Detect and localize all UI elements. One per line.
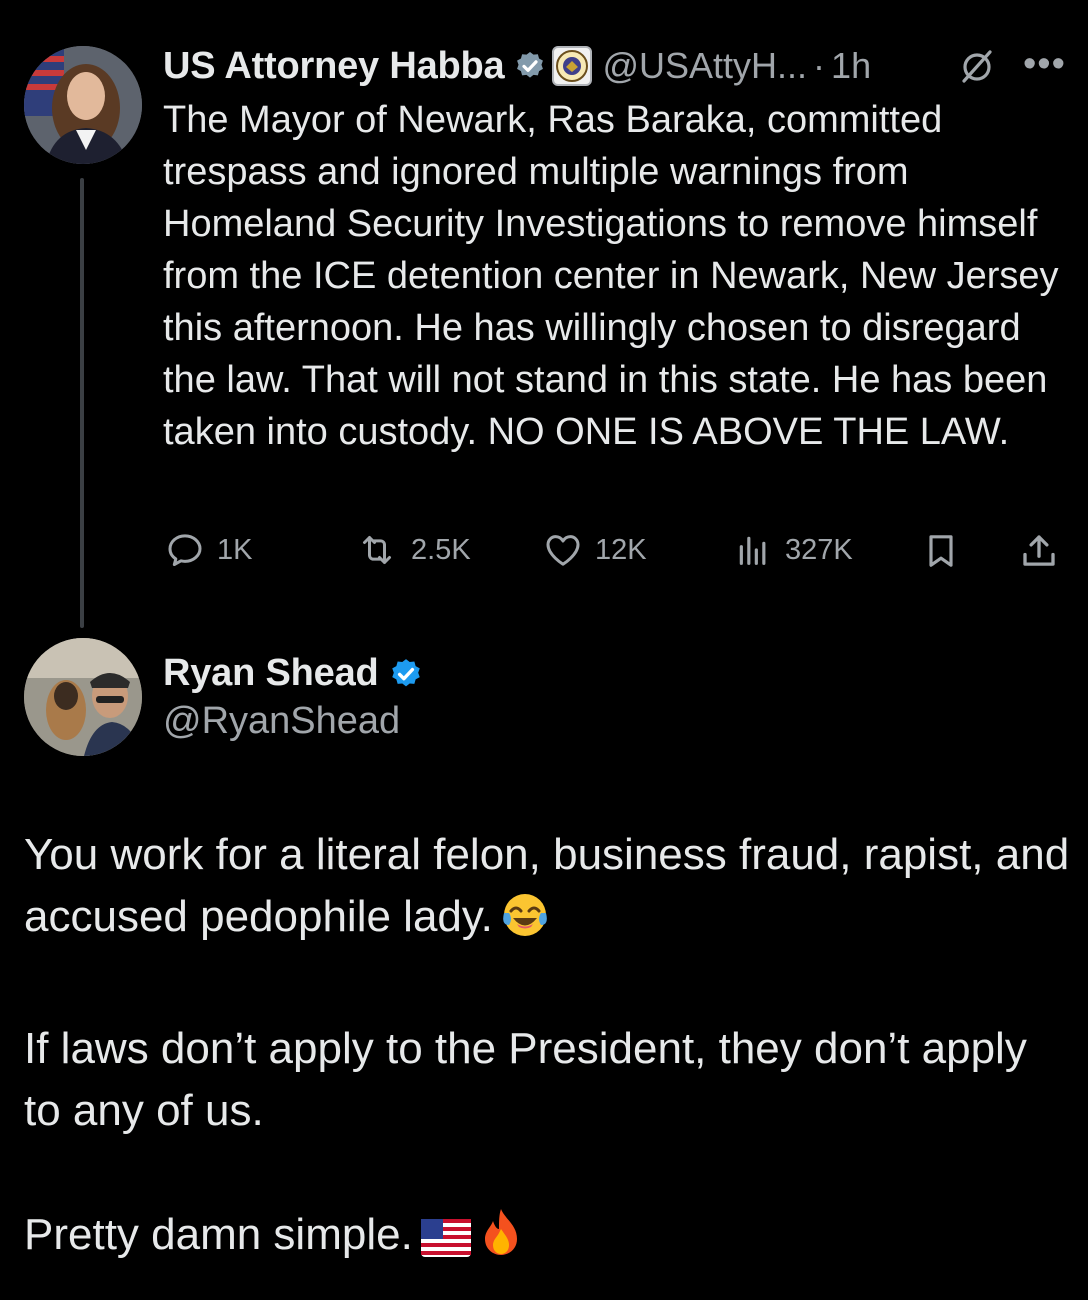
more-options-icon[interactable]: ••• bbox=[1023, 45, 1066, 83]
reply-paragraph: You work for a literal felon, business f… bbox=[24, 824, 1074, 956]
timestamp[interactable]: 1h bbox=[831, 45, 871, 87]
tweet-text: The Mayor of Newark, Ras Baraka, committ… bbox=[163, 99, 1059, 453]
verified-badge-icon bbox=[514, 50, 546, 82]
verified-badge-icon bbox=[389, 657, 421, 689]
reply-button[interactable]: 1K bbox=[163, 530, 252, 570]
repost-icon bbox=[363, 536, 391, 564]
view-count: 327K bbox=[785, 533, 853, 566]
thread-connector-line bbox=[80, 178, 84, 628]
repost-button[interactable]: 2.5K bbox=[353, 530, 471, 570]
repost-count: 2.5K bbox=[411, 533, 471, 566]
author-handle[interactable]: @USAttyH... bbox=[602, 45, 807, 87]
reply-text: You work for a literal felon, business f… bbox=[24, 824, 1074, 1274]
like-button[interactable]: 12K bbox=[541, 530, 647, 570]
views-button[interactable]: 327K bbox=[731, 530, 853, 570]
separator-dot: · bbox=[813, 45, 826, 86]
reply-count: 1K bbox=[217, 533, 253, 566]
heart-icon bbox=[546, 535, 580, 566]
reply-author-name[interactable]: Ryan Shead bbox=[163, 652, 379, 695]
tweet-header: US Attorney Habba @USAttyH... · 1h ••• bbox=[163, 40, 1073, 92]
author-avatar[interactable] bbox=[24, 46, 142, 164]
reply-author-handle[interactable]: @RyanShead bbox=[163, 700, 400, 743]
bookmark-icon bbox=[929, 535, 953, 567]
reply-paragraph: Pretty damn simple. bbox=[24, 1204, 1074, 1274]
face-with-tears-of-joy-icon bbox=[501, 891, 549, 956]
reply-header: Ryan Shead bbox=[163, 648, 421, 698]
doj-seal-icon[interactable] bbox=[552, 46, 593, 86]
analytics-icon bbox=[739, 536, 766, 565]
reply-icon bbox=[168, 534, 202, 566]
grok-icon[interactable] bbox=[959, 48, 995, 84]
like-count: 12K bbox=[595, 533, 647, 566]
reply-author-avatar[interactable] bbox=[24, 638, 142, 756]
share-icon bbox=[1023, 535, 1055, 566]
us-flag-icon bbox=[420, 1212, 471, 1274]
share-button[interactable] bbox=[1018, 530, 1070, 572]
bookmark-button[interactable] bbox=[921, 530, 971, 572]
reply-paragraph: If laws don’t apply to the President, th… bbox=[24, 1024, 1027, 1135]
tweet-actions-bar: 1K 2.5K 12K 327K bbox=[163, 530, 1063, 574]
author-name[interactable]: US Attorney Habba bbox=[163, 45, 505, 88]
fire-icon bbox=[479, 1207, 523, 1274]
